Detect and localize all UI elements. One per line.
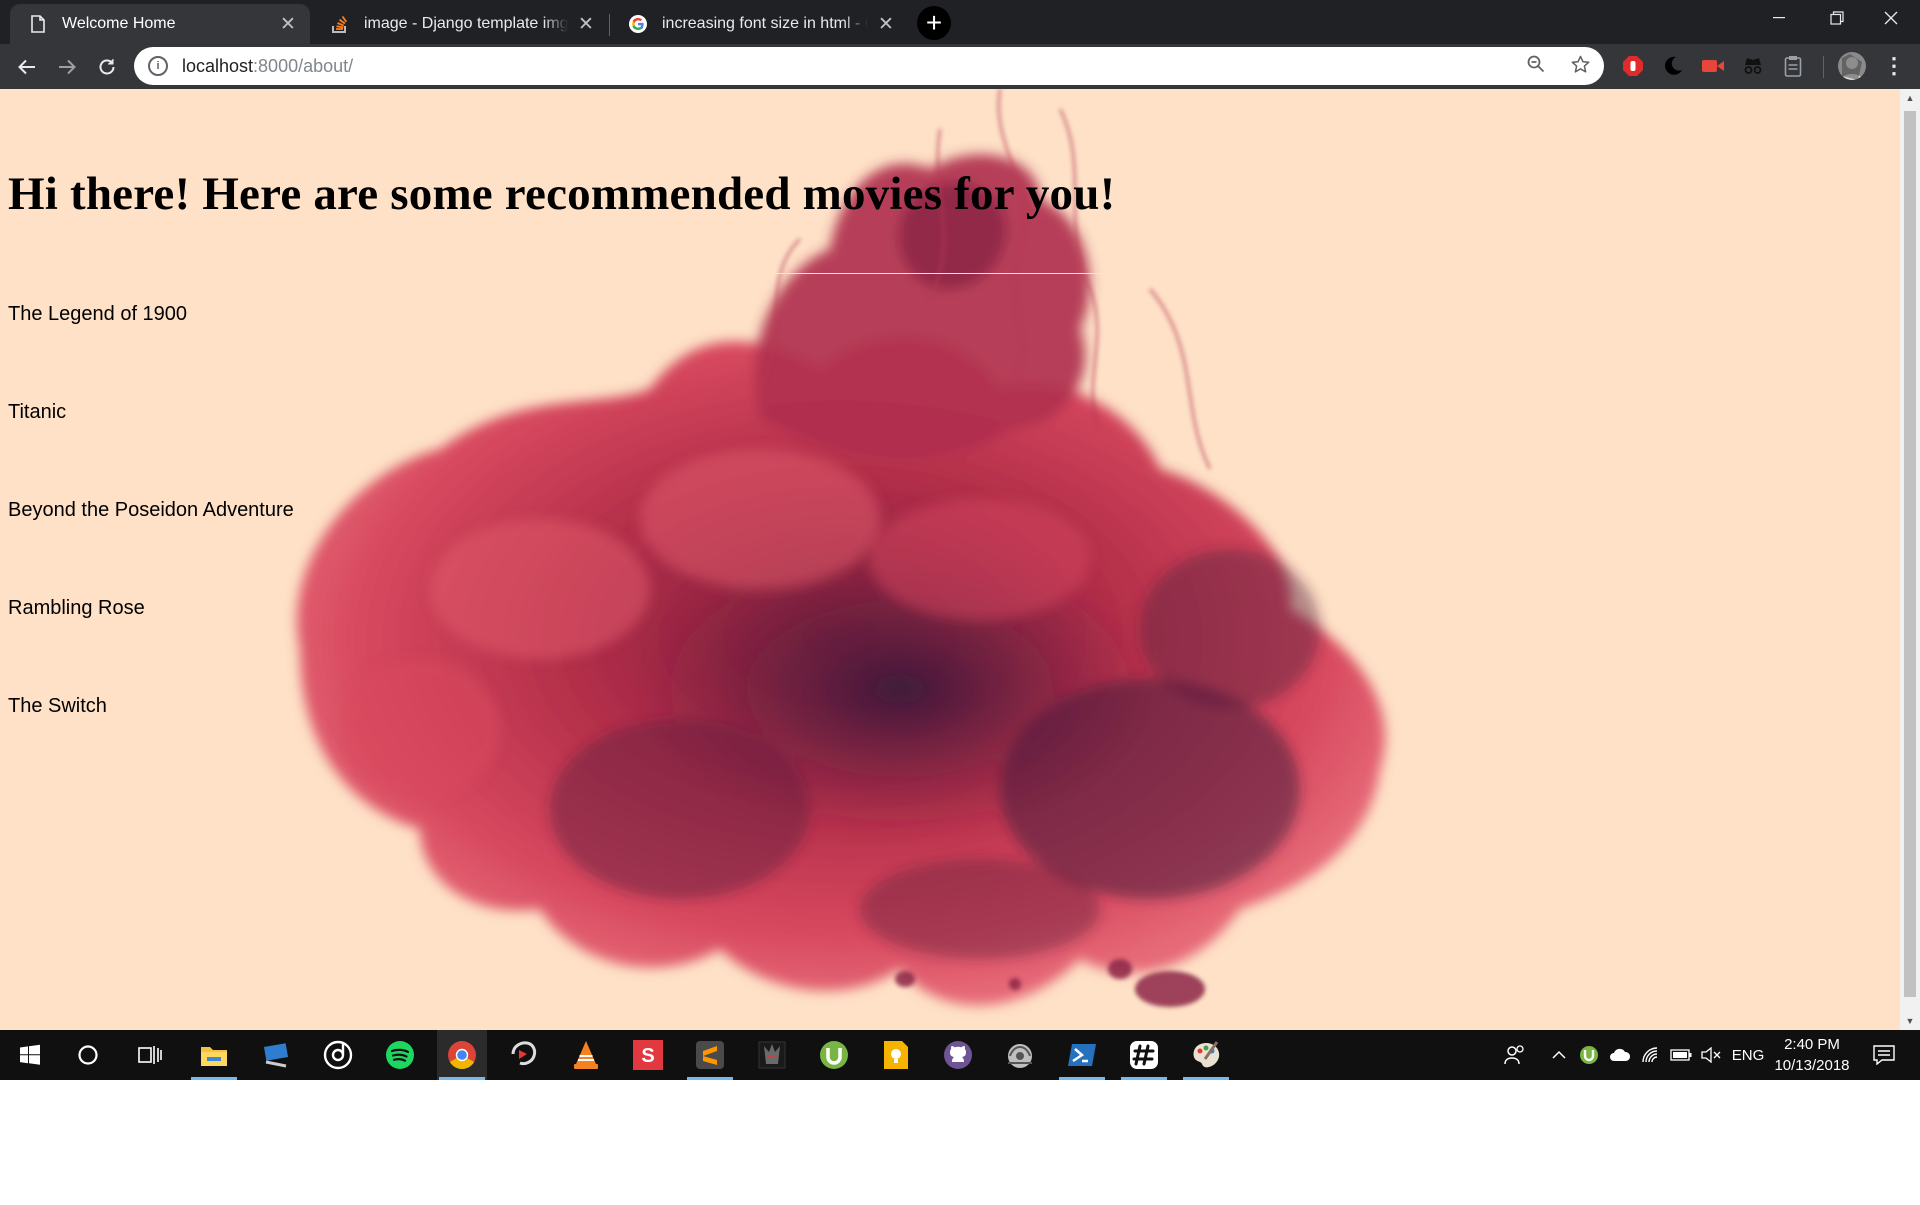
movie-item: Beyond the Poseidon Adventure bbox=[8, 499, 294, 521]
url-path: :8000/about/ bbox=[253, 55, 354, 76]
vertical-scrollbar[interactable]: ▲ ▼ bbox=[1900, 89, 1920, 1030]
wifi-icon[interactable] bbox=[1638, 1030, 1664, 1080]
movie-item: Titanic bbox=[8, 401, 67, 423]
red-ink-smoke-background bbox=[296, 89, 1386, 1007]
restore-button[interactable] bbox=[1808, 0, 1866, 36]
profile-avatar[interactable] bbox=[1838, 52, 1866, 80]
input-language[interactable]: ENG bbox=[1728, 1030, 1768, 1080]
keep-icon[interactable] bbox=[871, 1030, 921, 1080]
cortana-search-icon[interactable] bbox=[63, 1030, 113, 1080]
new-tab-button[interactable]: + bbox=[917, 6, 951, 40]
remote-desktop-icon[interactable] bbox=[251, 1030, 301, 1080]
close-tab-icon[interactable]: ✕ bbox=[278, 14, 298, 35]
page-viewport: Hi there! Here are some recommended movi… bbox=[0, 89, 1900, 1030]
show-hidden-icons-chevron-icon[interactable] bbox=[1547, 1030, 1571, 1080]
movie-item: The Legend of 1900 bbox=[8, 303, 188, 325]
zoom-icon[interactable] bbox=[1527, 55, 1545, 80]
close-window-button[interactable] bbox=[1862, 0, 1920, 36]
onedrive-cloud-icon[interactable] bbox=[1607, 1030, 1633, 1080]
tab-font-size-search[interactable]: increasing font size in html - Goo ✕ bbox=[610, 4, 908, 44]
battery-icon[interactable] bbox=[1668, 1030, 1694, 1080]
reload-button[interactable] bbox=[90, 50, 124, 84]
clock-time: 2:40 PM bbox=[1784, 1036, 1840, 1053]
groove-music-icon[interactable] bbox=[313, 1030, 363, 1080]
svg-text:S: S bbox=[641, 1045, 654, 1067]
tab-welcome-home[interactable]: Welcome Home ✕ bbox=[10, 4, 310, 44]
vlc-icon[interactable] bbox=[561, 1030, 611, 1080]
site-info-icon[interactable]: i bbox=[148, 56, 168, 76]
slack-icon[interactable] bbox=[1119, 1030, 1169, 1080]
sublime-text-icon[interactable] bbox=[685, 1030, 735, 1080]
tab-django-img[interactable]: image - Django template img src ✕ bbox=[312, 4, 608, 44]
taskbar-clock[interactable]: 2:40 PM 10/13/2018 bbox=[1766, 1034, 1858, 1076]
blank-area-below-screen bbox=[0, 1080, 1920, 1205]
browser-toolbar: i localhost:8000/about/ ⋮ bbox=[0, 44, 1920, 89]
document-icon bbox=[28, 14, 48, 34]
razer-icon[interactable] bbox=[499, 1030, 549, 1080]
windows-start-icon[interactable] bbox=[5, 1030, 55, 1080]
video-extension-icon[interactable] bbox=[1699, 52, 1727, 80]
paint-icon[interactable] bbox=[1181, 1030, 1231, 1080]
url-text: localhost:8000/about/ bbox=[182, 56, 353, 77]
toolbar-separator bbox=[1823, 56, 1824, 78]
horizontal-rule bbox=[8, 273, 1891, 274]
movie-item: The Switch bbox=[8, 695, 107, 717]
tab-title: image - Django template img src bbox=[364, 15, 568, 32]
close-tab-icon[interactable]: ✕ bbox=[876, 14, 896, 35]
clipboard-extension-icon[interactable] bbox=[1779, 52, 1807, 80]
scroll-down-arrow-icon[interactable]: ▼ bbox=[1900, 1012, 1920, 1030]
clock-date: 10/13/2018 bbox=[1774, 1057, 1850, 1074]
speaker-muted-icon[interactable] bbox=[1698, 1030, 1724, 1080]
action-center-icon[interactable] bbox=[1864, 1030, 1904, 1080]
url-host: localhost bbox=[182, 55, 254, 76]
back-button[interactable] bbox=[10, 50, 44, 84]
dark-mode-moon-icon[interactable] bbox=[1659, 52, 1687, 80]
address-bar[interactable]: i localhost:8000/about/ bbox=[134, 47, 1604, 85]
utorrent-tray-icon[interactable] bbox=[1577, 1030, 1601, 1080]
incognito-extension-icon[interactable] bbox=[1739, 52, 1767, 80]
network-icon[interactable] bbox=[995, 1030, 1045, 1080]
acer-predator-icon[interactable] bbox=[747, 1030, 797, 1080]
forward-button[interactable] bbox=[50, 50, 84, 84]
utorrent-icon[interactable] bbox=[809, 1030, 859, 1080]
scroll-up-arrow-icon[interactable]: ▲ bbox=[1900, 89, 1920, 107]
spotify-icon[interactable] bbox=[375, 1030, 425, 1080]
tab-strip: Welcome Home ✕ image - Django template i… bbox=[0, 0, 1920, 44]
sublime-s-icon[interactable]: S bbox=[623, 1030, 673, 1080]
adblock-icon[interactable] bbox=[1619, 52, 1647, 80]
tab-title: increasing font size in html - Goo bbox=[662, 15, 868, 32]
bookmark-star-icon[interactable] bbox=[1571, 55, 1590, 80]
chrome-menu-icon[interactable]: ⋮ bbox=[1880, 52, 1908, 80]
tab-title: Welcome Home bbox=[62, 15, 176, 32]
powershell-icon[interactable] bbox=[1057, 1030, 1107, 1080]
github-icon[interactable] bbox=[933, 1030, 983, 1080]
chrome-icon[interactable] bbox=[437, 1030, 487, 1080]
scrollbar-thumb[interactable] bbox=[1904, 111, 1916, 997]
page-title: Hi there! Here are some recommended movi… bbox=[8, 168, 1116, 220]
movie-item: Rambling Rose bbox=[8, 597, 145, 619]
windows-taskbar: S ENG 2:40 PM 10/13/2018 bbox=[0, 1030, 1920, 1080]
close-tab-icon[interactable]: ✕ bbox=[576, 14, 596, 35]
google-icon bbox=[628, 14, 648, 34]
people-icon[interactable] bbox=[1500, 1030, 1530, 1080]
stackoverflow-icon bbox=[330, 14, 350, 34]
task-view-icon[interactable] bbox=[125, 1030, 175, 1080]
file-explorer-icon[interactable] bbox=[189, 1030, 239, 1080]
minimize-button[interactable] bbox=[1750, 0, 1808, 36]
